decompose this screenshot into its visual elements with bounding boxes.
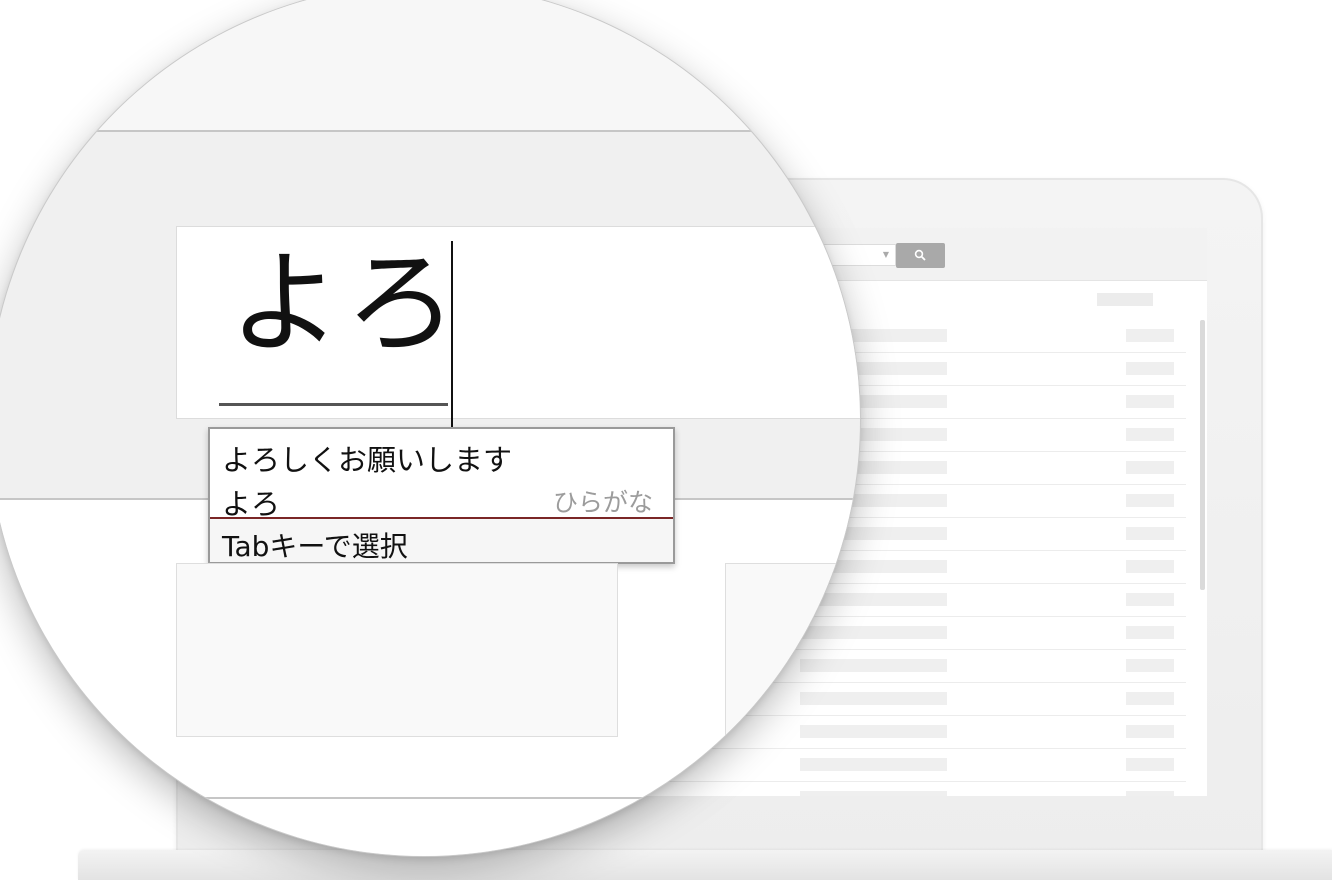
candidate-type-label: ひらがな — [552, 488, 653, 517]
popup-footer: Tabキーで選択 — [210, 519, 673, 563]
zoomed-card — [725, 563, 860, 737]
date-placeholder — [1126, 791, 1174, 796]
tab-select-hint: Tabキーで選択 — [222, 530, 408, 563]
scrollbar[interactable] — [1200, 320, 1205, 590]
date-placeholder — [1126, 692, 1174, 705]
zoomed-divider — [0, 797, 860, 799]
date-placeholder — [1126, 659, 1174, 672]
date-placeholder — [1126, 461, 1174, 474]
composition-underline — [219, 403, 448, 406]
date-placeholder — [1126, 560, 1174, 573]
zoomed-toolbar — [0, 0, 860, 132]
search-button[interactable] — [896, 243, 945, 268]
date-placeholder — [1126, 362, 1174, 375]
date-placeholder — [1126, 758, 1174, 771]
search-icon — [914, 249, 926, 261]
date-placeholder — [1126, 626, 1174, 639]
date-placeholder — [1126, 494, 1174, 507]
date-placeholder — [1126, 428, 1174, 441]
chevron-down-icon[interactable]: ▼ — [883, 250, 889, 259]
zoomed-card — [176, 563, 618, 737]
composition-text: よろ — [229, 239, 461, 369]
magnifier-lens: よろ よろしくお願いします よろ ひらがな Tabキーで選択 — [0, 0, 860, 856]
date-placeholder — [1126, 527, 1174, 540]
candidate-item[interactable]: よろしくお願いします — [222, 437, 512, 479]
ime-suggestion-popup: よろしくお願いします よろ ひらがな Tabキーで選択 — [208, 427, 675, 564]
date-placeholder — [1126, 329, 1174, 342]
date-placeholder — [1126, 593, 1174, 606]
column-header-placeholder — [1097, 293, 1153, 306]
text-cursor — [451, 241, 453, 431]
date-placeholder — [1126, 395, 1174, 408]
text-input-field[interactable]: よろ — [176, 226, 860, 431]
date-placeholder — [1126, 725, 1174, 738]
